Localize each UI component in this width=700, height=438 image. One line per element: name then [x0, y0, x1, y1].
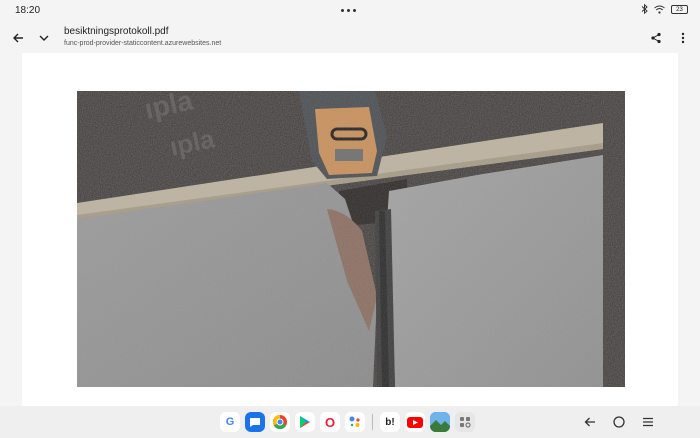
share-icon[interactable] [646, 28, 666, 48]
bokus-app[interactable]: b! [380, 412, 400, 432]
chevron-down-icon[interactable] [34, 28, 54, 48]
recents-nav-icon[interactable] [640, 415, 656, 429]
document-title-block: besiktningsprotokoll.pdf func-prod-provi… [64, 26, 221, 49]
more-vert-icon[interactable] [673, 28, 693, 48]
system-icons: 23 [641, 4, 688, 14]
document-url: func-prod-provider-staticcontent.azurewe… [64, 40, 222, 47]
back-nav-icon[interactable] [582, 415, 598, 429]
pdf-page[interactable]: ıpla ıpla [22, 53, 678, 406]
navigation-bar: G O b! [0, 406, 700, 438]
app-drawer[interactable] [455, 412, 475, 432]
window-menu-dots[interactable] [341, 9, 356, 12]
wifi-icon [654, 5, 665, 14]
bluetooth-icon [641, 4, 648, 14]
photo-app[interactable] [430, 412, 450, 432]
home-nav-icon[interactable] [611, 415, 627, 429]
messages-app[interactable] [245, 412, 265, 432]
back-arrow-icon[interactable] [8, 28, 28, 48]
concrete-joint-photo: ıpla ıpla [77, 91, 625, 387]
youtube-app[interactable] [405, 412, 425, 432]
pdf-toolbar: besiktningsprotokoll.pdf func-prod-provi… [0, 22, 700, 52]
play-store-app[interactable] [295, 412, 315, 432]
opera-app[interactable]: O [320, 412, 340, 432]
battery-icon: 23 [671, 4, 688, 14]
chrome-app[interactable] [270, 412, 290, 432]
dock-separator [372, 414, 373, 430]
app-dock: G O b! [220, 412, 475, 432]
google-app[interactable]: G [220, 412, 240, 432]
document-title: besiktningsprotokoll.pdf [64, 26, 169, 37]
status-time: 18:20 [15, 5, 41, 16]
assistant-app[interactable] [345, 412, 365, 432]
status-bar: 18:20 23 [0, 0, 700, 22]
